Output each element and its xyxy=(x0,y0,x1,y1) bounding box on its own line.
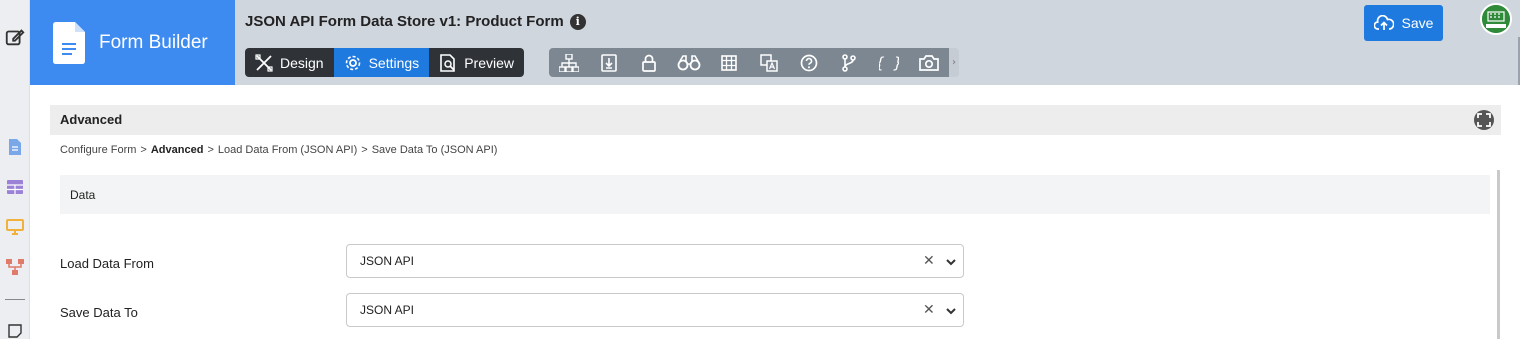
save-button[interactable]: Save xyxy=(1364,5,1443,41)
workflow-icon[interactable] xyxy=(5,257,25,277)
content-scrollbar[interactable] xyxy=(1497,170,1500,339)
app-header: Form Builder JSON API Form Data Store v1… xyxy=(30,0,1520,85)
save-data-to-value: JSON API xyxy=(360,303,415,317)
breadcrumb-separator: > xyxy=(207,144,214,156)
settings-toolbar: { } xyxy=(549,48,949,77)
mode-preview-button[interactable]: Preview xyxy=(429,48,524,77)
translate-icon[interactable] xyxy=(749,48,789,77)
clear-icon[interactable]: ✕ xyxy=(923,302,935,318)
breadcrumb-item-load-data[interactable]: Load Data From (JSON API) xyxy=(218,144,357,156)
load-data-from-label: Load Data From xyxy=(60,256,154,271)
lock-icon[interactable] xyxy=(629,48,669,77)
form-document-icon xyxy=(53,21,85,64)
brand-block[interactable]: Form Builder xyxy=(30,0,235,85)
mode-design-label: Design xyxy=(280,54,324,71)
mode-settings-label: Settings xyxy=(368,54,420,71)
load-data-from-select[interactable]: JSON API ✕ xyxy=(346,244,964,278)
braces-icon[interactable]: { } xyxy=(869,48,909,77)
sitemap-icon[interactable] xyxy=(549,48,589,77)
preview-doc-icon xyxy=(440,53,455,72)
breadcrumb-separator: > xyxy=(361,144,368,156)
breadcrumb-item-configure-form[interactable]: Configure Form xyxy=(60,144,136,156)
chevron-down-icon[interactable] xyxy=(945,305,957,317)
note-icon[interactable] xyxy=(5,321,25,341)
toolbar-scroll-right-button[interactable]: › xyxy=(949,48,959,77)
grid-icon[interactable] xyxy=(709,48,749,77)
document-icon[interactable] xyxy=(5,137,25,157)
binoculars-icon[interactable] xyxy=(669,48,709,77)
mode-design-button[interactable]: Design xyxy=(245,48,334,77)
fullscreen-icon[interactable] xyxy=(1474,110,1494,130)
rail-divider xyxy=(5,299,25,300)
branch-icon[interactable] xyxy=(829,48,869,77)
breadcrumb: Configure Form > Advanced > Load Data Fr… xyxy=(60,144,497,156)
form-title-text: JSON API Form Data Store v1: Product For… xyxy=(245,13,564,30)
mode-switcher: Design Settings Preview xyxy=(245,48,524,77)
form-title: JSON API Form Data Store v1: Product For… xyxy=(245,13,586,30)
data-panel-header: Data xyxy=(60,175,1490,214)
avatar[interactable] xyxy=(1480,3,1512,35)
mode-preview-label: Preview xyxy=(464,54,514,71)
breadcrumb-separator: > xyxy=(140,144,147,156)
section-title: Advanced xyxy=(60,112,123,127)
import-icon[interactable] xyxy=(589,48,629,77)
avatar-image xyxy=(1482,5,1510,33)
cloud-upload-icon xyxy=(1373,15,1394,30)
breadcrumb-item-save-data[interactable]: Save Data To (JSON API) xyxy=(372,144,498,156)
clear-icon[interactable]: ✕ xyxy=(923,253,935,269)
section-header: Advanced xyxy=(50,105,1501,135)
data-panel-title: Data xyxy=(70,188,96,202)
load-data-from-value: JSON API xyxy=(360,254,415,268)
chevron-down-icon[interactable] xyxy=(945,256,957,268)
save-data-to-select[interactable]: JSON API ✕ xyxy=(346,293,964,327)
save-label: Save xyxy=(1401,15,1434,31)
left-rail xyxy=(0,0,30,339)
brand-label: Form Builder xyxy=(99,31,208,53)
mode-settings-button[interactable]: Settings xyxy=(333,48,430,77)
main-content: Advanced Configure Form > Advanced > Loa… xyxy=(30,85,1520,339)
table-icon[interactable] xyxy=(5,177,25,197)
monitor-icon[interactable] xyxy=(5,217,25,237)
gear-icon xyxy=(345,55,360,70)
design-tools-icon xyxy=(255,53,273,72)
svg-text:{ }: { } xyxy=(879,55,899,71)
breadcrumb-item-advanced: Advanced xyxy=(150,144,204,156)
info-icon[interactable]: i xyxy=(569,13,586,30)
edit-icon[interactable] xyxy=(3,25,27,49)
help-icon[interactable] xyxy=(789,48,829,77)
save-data-to-label: Save Data To xyxy=(60,305,138,320)
camera-icon[interactable] xyxy=(909,48,949,77)
